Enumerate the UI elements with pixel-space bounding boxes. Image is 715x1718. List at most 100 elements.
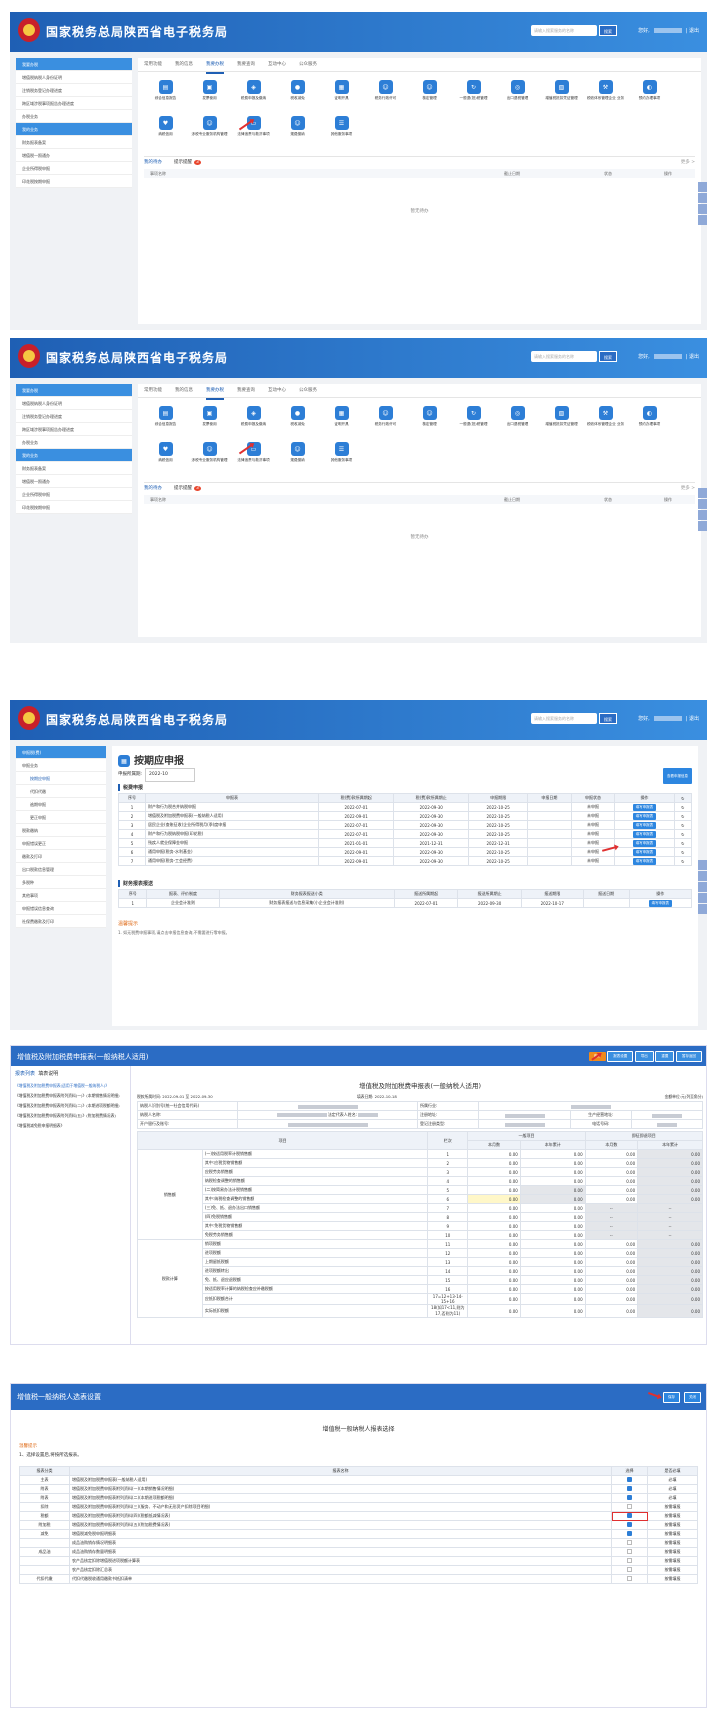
menu-item[interactable]: 按期应申报 [16, 772, 106, 785]
sidebar-item[interactable]: 我要办税 [16, 58, 132, 71]
checkbox-checked[interactable] [627, 1531, 632, 1536]
search-button[interactable]: 搜索 [599, 351, 617, 362]
tab[interactable]: 互动中心 [268, 58, 286, 72]
service-item[interactable]: ⚒ 税收体系管理企业 业务 [584, 402, 627, 438]
fill-button[interactable]: 填写申报表 [632, 821, 657, 829]
service-item[interactable]: ◎ 出口退税管理 [496, 76, 539, 112]
value-input[interactable]: 0.00 [467, 1149, 521, 1159]
tab[interactable]: 常用功能 [144, 58, 162, 72]
fill-button[interactable]: 填写申报表 [648, 899, 673, 907]
refresh-icon[interactable]: ↻ [673, 793, 693, 803]
period-input[interactable]: 2022-10 [145, 768, 196, 782]
fill-button[interactable]: 填写申报表 [632, 830, 657, 838]
sidebar-item[interactable]: 我要办税 [16, 384, 132, 397]
value-input[interactable]: 0.00 [467, 1257, 521, 1267]
service-item[interactable]: ♥ 纳税信用 [144, 438, 187, 474]
tab[interactable]: 我要查询 [237, 384, 255, 398]
more-link[interactable]: 更多 > [681, 157, 695, 169]
tab[interactable]: 公众服务 [299, 58, 317, 72]
menu-item[interactable]: 代扣代缴 [16, 785, 106, 798]
service-item[interactable]: ◎ 出口退税管理 [496, 402, 539, 438]
todo-tab[interactable]: 我的待办 [144, 160, 162, 165]
sidebar-item[interactable]: 财务报表备案 [16, 136, 132, 149]
float-toolbar[interactable] [698, 488, 707, 532]
checkbox-checked[interactable] [627, 1495, 632, 1500]
sidebar-item[interactable]: 财务报表备案 [16, 462, 132, 475]
menu-item[interactable]: 社保费缴款及打印 [16, 915, 106, 928]
menu-item[interactable]: 缴款及打印 [16, 850, 106, 863]
sidebar-item[interactable]: 注销税务登记办理进度 [16, 410, 132, 423]
checkbox-checked[interactable] [627, 1513, 632, 1518]
sidebar-item[interactable]: 我的业务 [16, 123, 132, 136]
value-input[interactable]: 0.00 [467, 1239, 521, 1249]
menu-item[interactable]: 更正申报 [16, 811, 106, 824]
fill-button[interactable]: 填写申报表 [632, 803, 657, 811]
value-input[interactable]: 0.00 [467, 1185, 521, 1195]
service-item[interactable]: ● 税收减免 [276, 76, 319, 112]
fill-button[interactable]: 填写申报表 [632, 848, 657, 856]
tab[interactable]: 公众服务 [299, 384, 317, 398]
search-input[interactable]: 请输入搜索服务的名称 [531, 713, 597, 724]
search-button[interactable]: 搜索 [599, 25, 617, 36]
sidebar-item[interactable]: 跨区域涉税事项报告办理进度 [16, 423, 132, 436]
value-input[interactable]: 0.00 [467, 1203, 521, 1213]
service-item[interactable]: ☺ 涉税专业服务机构管理 [188, 112, 231, 148]
menu-item[interactable]: 申报错误信息查询 [16, 902, 106, 915]
service-item[interactable]: ▧ 增值税抵扣凭证管理 [540, 76, 583, 112]
logout-link[interactable]: | 退出 [686, 716, 699, 722]
service-item[interactable]: ▤ 综合信息报告 [144, 402, 187, 438]
tab[interactable]: 我的信息 [175, 384, 193, 398]
menu-item[interactable]: 税款缴纳 [16, 824, 106, 837]
reset-button[interactable]: 重置 [655, 1051, 675, 1062]
checkbox[interactable] [627, 1504, 632, 1509]
tab[interactable]: 常用功能 [144, 384, 162, 398]
sidebar-item[interactable]: 跨区域涉税事项报告办理进度 [16, 97, 132, 110]
service-item[interactable]: ☺ 核定管理 [408, 76, 451, 112]
service-item[interactable]: ◐ 预约办理事项 [628, 402, 671, 438]
save-button[interactable]: 保存 [663, 1392, 680, 1403]
search-input[interactable]: 请输入搜索服务的名称 [531, 351, 597, 362]
save-return-button[interactable]: 暂存返回 [676, 1051, 702, 1062]
value-input[interactable]: 0.00 [467, 1304, 521, 1318]
service-item[interactable]: ♥ 纳税信用 [144, 112, 187, 148]
value-input[interactable]: 0.00 [467, 1293, 521, 1305]
close-button[interactable]: 关闭 [684, 1392, 701, 1403]
menu-item[interactable]: 申报税(费) [16, 746, 106, 759]
service-item[interactable]: ☺ 税务行政许可 [364, 402, 407, 438]
sidebar-item[interactable]: 增值税一照通办 [16, 149, 132, 162]
menu-item[interactable]: 申报业务 [16, 759, 106, 772]
checkbox[interactable] [627, 1567, 632, 1572]
value-input[interactable]: 0.00 [467, 1158, 521, 1168]
value-input[interactable]: 0.00 [467, 1275, 521, 1285]
form-list-tab[interactable]: 报表列表 [15, 1071, 35, 1077]
tab[interactable]: 我的信息 [175, 58, 193, 72]
float-toolbar[interactable] [698, 860, 707, 915]
service-item[interactable]: ↻ 一般退(抵)税管理 [452, 402, 495, 438]
value-input[interactable]: 0.00 [467, 1167, 521, 1177]
instructions-tab[interactable]: 填表说明 [38, 1071, 58, 1077]
value-input[interactable]: 0.00 [467, 1266, 521, 1276]
sidebar-item[interactable]: 增值税纳税人身份证明 [16, 397, 132, 410]
sidebar-item[interactable]: 增值税纳税人身份证明 [16, 71, 132, 84]
form-link[interactable]: 《增值税及附加税费申报表(适用于增值税一般纳税人)》 [15, 1083, 126, 1088]
service-item[interactable]: ☰ 其他服务事项 [320, 112, 363, 148]
service-item[interactable]: ● 税收减免 [276, 402, 319, 438]
sidebar-item[interactable]: 办税业务 [16, 110, 132, 123]
value-input[interactable]: 0.00 [467, 1284, 521, 1294]
tab[interactable]: 互动中心 [268, 384, 286, 398]
sidebar-item[interactable]: 印花税按期申报 [16, 501, 132, 514]
checkbox[interactable] [627, 1558, 632, 1563]
tab-active[interactable]: 我要办税 [206, 384, 224, 400]
value-input[interactable]: 0.00 [467, 1230, 521, 1240]
form-link[interactable]: 《增值税及附加税费申报表附列资料(二)》(本期进项税额明细) [15, 1103, 126, 1108]
checkbox-checked[interactable] [627, 1486, 632, 1491]
service-item[interactable]: ◐ 预约办理事项 [628, 76, 671, 112]
tab-active[interactable]: 我要办税 [206, 58, 224, 74]
checkbox[interactable] [627, 1549, 632, 1554]
menu-item[interactable]: 其他事项 [16, 889, 106, 902]
more-link[interactable]: 更多 > [681, 483, 695, 495]
service-item[interactable]: ⚒ 税收体系管理企业 业务 [584, 76, 627, 112]
sidebar-item[interactable]: 增值税一照通办 [16, 475, 132, 488]
search-button[interactable]: 搜索 [599, 713, 617, 724]
float-toolbar[interactable] [698, 182, 707, 226]
